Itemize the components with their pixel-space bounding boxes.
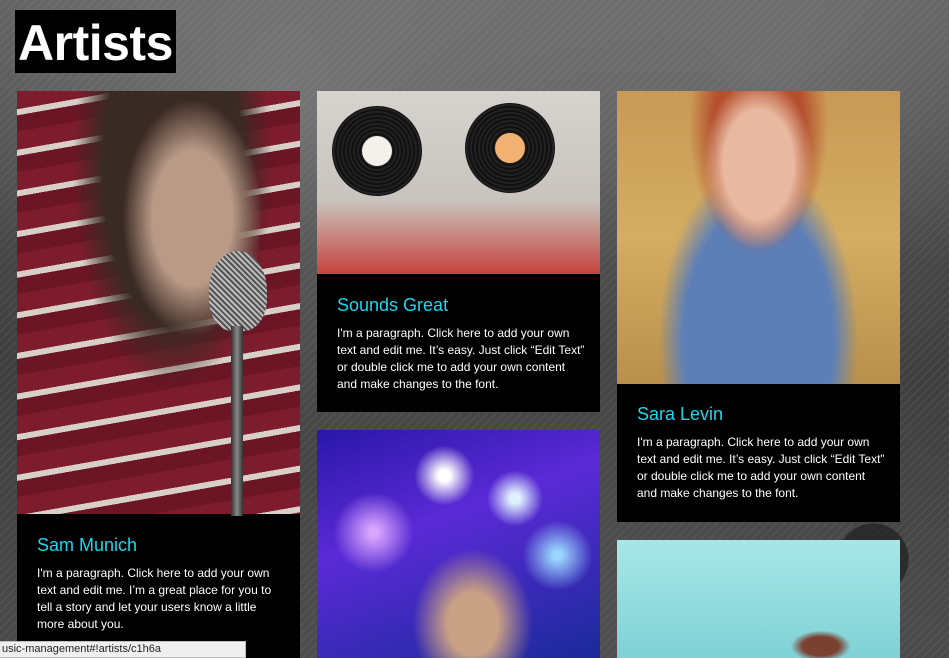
singer-photo[interactable] <box>17 91 300 516</box>
artist-description: I'm a paragraph. Click here to add your … <box>37 566 272 631</box>
page-title: Artists <box>15 10 176 73</box>
artist-name[interactable]: Sara Levin <box>637 403 723 425</box>
artist-card-dj[interactable] <box>317 430 600 658</box>
vinyl-record-icon <box>332 106 422 196</box>
artist-name[interactable]: Sounds Great <box>337 294 448 316</box>
artist-name[interactable]: Sam Munich <box>37 534 137 556</box>
artist-card-sounds-great[interactable]: Sounds Great I'm a paragraph. Click here… <box>317 91 600 412</box>
mic-stand <box>231 326 243 516</box>
woman-outdoor-photo[interactable] <box>617 540 900 658</box>
browser-status-bar-url: usic-management#!artists/c1h6a <box>0 641 246 658</box>
woman-portrait-photo[interactable] <box>617 91 900 384</box>
artist-card-sara-levin[interactable]: Sara Levin I'm a paragraph. Click here t… <box>617 91 900 522</box>
microphone-icon <box>209 251 267 331</box>
artist-card-outdoor[interactable] <box>617 540 900 658</box>
artist-card-sam-munich[interactable]: Sam Munich I'm a paragraph. Click here t… <box>17 91 300 658</box>
dj-photo[interactable] <box>317 430 600 658</box>
artist-description: I'm a paragraph. Click here to add your … <box>337 326 585 391</box>
artist-description: I'm a paragraph. Click here to add your … <box>637 435 885 500</box>
vinyl-record-icon <box>465 103 555 193</box>
vinyl-photo[interactable] <box>317 91 600 274</box>
